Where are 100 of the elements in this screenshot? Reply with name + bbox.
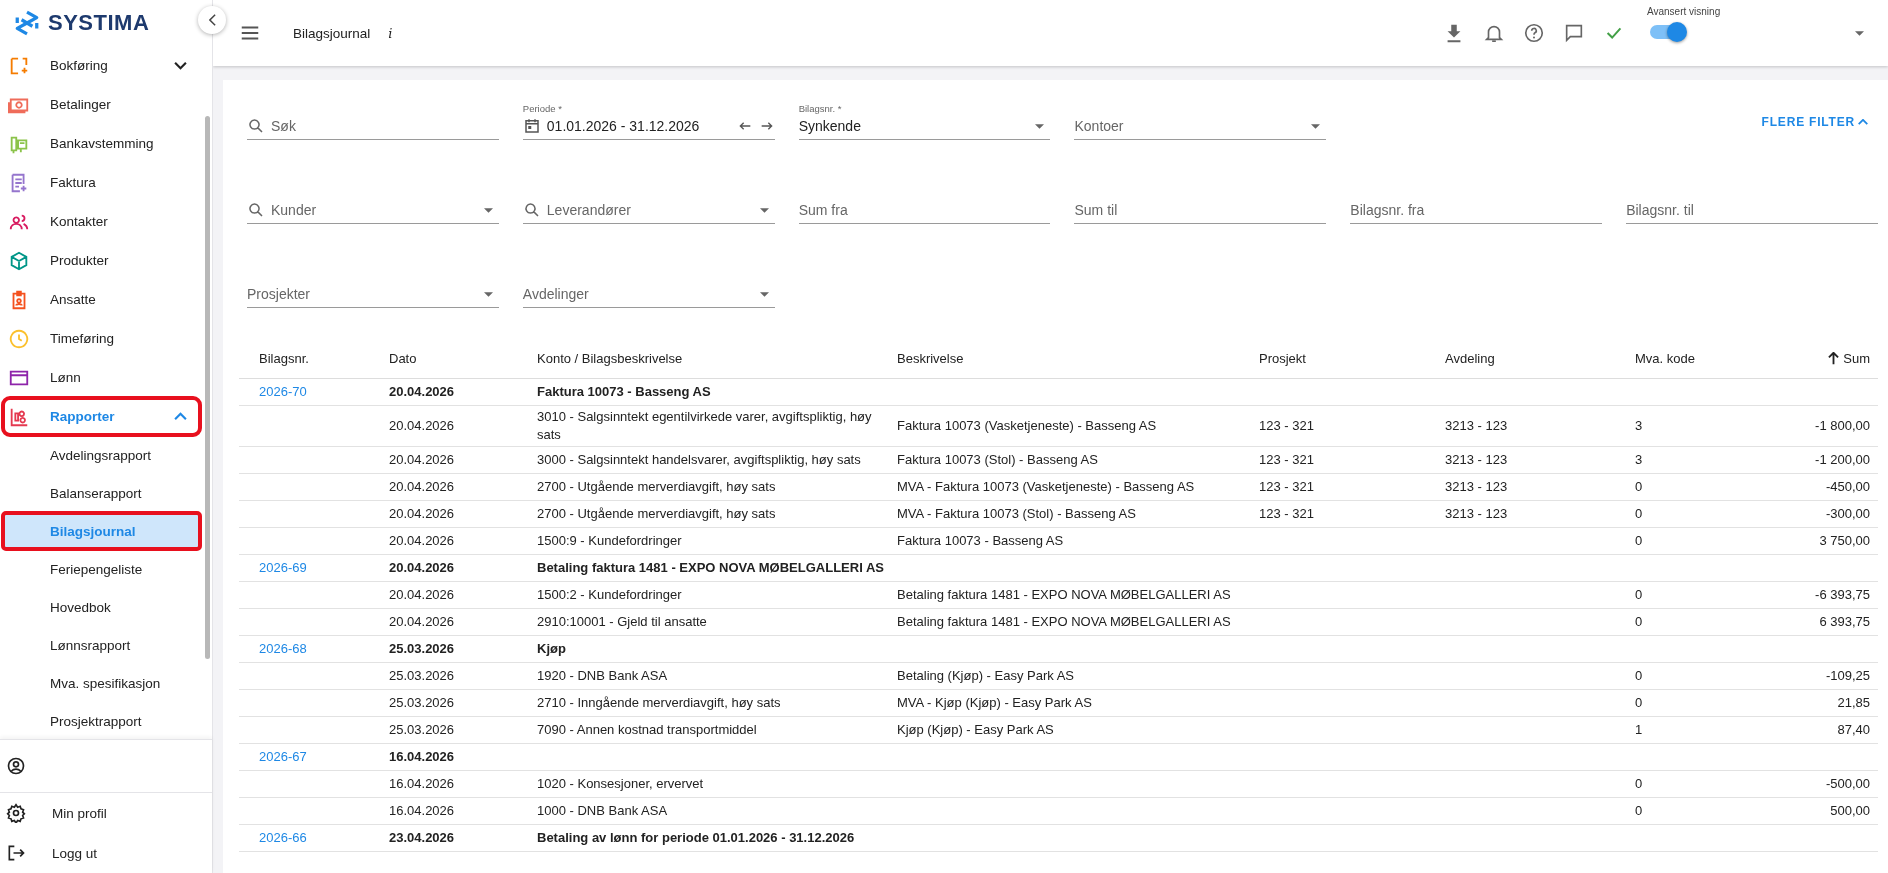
logout-item[interactable]: Logg ut bbox=[0, 833, 212, 873]
search-field[interactable]: Søk bbox=[247, 100, 499, 140]
table-cell: 1020 - Konsesjoner, ervervet bbox=[537, 776, 704, 791]
table-cell: MVA - Kjøp (Kjøp) - Easy Park AS bbox=[897, 695, 1092, 710]
table-cell: 20.04.2026 bbox=[389, 452, 455, 467]
logout-icon bbox=[6, 843, 26, 863]
table-cell: 1500:2 - Kundefordringer bbox=[537, 587, 682, 602]
chevron-up-icon bbox=[1858, 119, 1868, 125]
table-cell: 500,00 bbox=[1830, 803, 1870, 818]
table-cell: -1 200,00 bbox=[1815, 452, 1870, 467]
select-field[interactable]: Leverandører bbox=[522, 184, 775, 224]
select-field[interactable]: Kunder bbox=[247, 184, 499, 224]
table-cell: 2700 - Utgående merverdiavgift, høy sats bbox=[537, 479, 776, 494]
clock-icon bbox=[8, 327, 30, 350]
select-field[interactable]: Kontoer bbox=[1074, 100, 1327, 140]
toggle-switch[interactable] bbox=[1650, 25, 1684, 39]
brand-name: SYSTIMA bbox=[48, 10, 150, 36]
nav-item[interactable]: Kontakter bbox=[2, 202, 201, 241]
chat-icon[interactable] bbox=[1563, 22, 1585, 44]
table-cell: Kjøp bbox=[537, 641, 566, 656]
select-field[interactable]: Bilagsnr. * Synkende bbox=[798, 100, 1051, 140]
table-cell: 3 bbox=[1635, 418, 1643, 433]
table-cell: 0 bbox=[1635, 668, 1643, 683]
table-cell: -109,25 bbox=[1825, 668, 1870, 683]
column-header[interactable]: Konto / Bilagsbeskrivelse bbox=[517, 338, 877, 379]
table-cell: Kjøp (Kjøp) - Easy Park AS bbox=[897, 722, 1054, 737]
input-field[interactable]: Sum fra bbox=[798, 184, 1051, 224]
table-cell: Betaling faktura 1481 - EXPO NOVA MØBELGALLERI AS bbox=[897, 587, 1231, 602]
caret-icon[interactable] bbox=[1855, 30, 1864, 36]
cube-icon bbox=[8, 249, 30, 272]
input-field[interactable]: Bilagsnr. fra bbox=[1350, 184, 1603, 224]
table-cell: 20.04.2026 bbox=[389, 479, 455, 494]
logo-icon bbox=[14, 10, 40, 36]
nav-item[interactable]: Lønn bbox=[2, 358, 201, 397]
nav-item[interactable]: Bankavstemming bbox=[2, 124, 201, 163]
scrollbar[interactable] bbox=[205, 116, 210, 659]
nav-subitem[interactable]: Feriepengeliste bbox=[2, 550, 201, 588]
input-field[interactable]: Bilagsnr. til bbox=[1626, 184, 1878, 224]
column-header[interactable]: Avdeling bbox=[1425, 338, 1615, 379]
nav-item[interactable]: Bokføring bbox=[2, 46, 201, 85]
column-header[interactable]: Bilagsnr. bbox=[239, 338, 369, 379]
nav-item[interactable]: Rapporter bbox=[2, 397, 201, 436]
nav-item[interactable]: Timeføring bbox=[2, 319, 201, 358]
column-header[interactable]: Dato bbox=[369, 338, 517, 379]
nav-subitem[interactable]: Lønnsrapport bbox=[2, 626, 201, 664]
collapse-button[interactable] bbox=[198, 6, 226, 34]
help-icon[interactable] bbox=[1523, 22, 1545, 44]
nav-subitem[interactable]: Mva. spesifikasjon bbox=[2, 664, 201, 702]
nav-subitem[interactable]: Balanserapport bbox=[2, 474, 201, 512]
table-cell: Betaling faktura 1481 - EXPO NOVA MØBELGALLERI AS bbox=[897, 614, 1231, 629]
table-cell: 25.03.2026 bbox=[389, 641, 455, 656]
table-cell: 123 - 321 bbox=[1259, 479, 1314, 494]
nav-item[interactable]: Produkter bbox=[2, 241, 201, 280]
select-field[interactable]: Prosjekter bbox=[247, 268, 499, 308]
date-range-field[interactable]: Periode * 01.01.2026 - 31.12.2026 bbox=[522, 100, 775, 140]
table-cell: 2710 - Inngående merverdiavgift, høy sats bbox=[537, 695, 781, 710]
nav-subitem[interactable]: Avdelingsrapport bbox=[2, 436, 201, 474]
nav-subitem[interactable]: Hovedbok bbox=[2, 588, 201, 626]
table-cell: 123 - 321 bbox=[1259, 452, 1314, 467]
table-cell: 2910:10001 - Gjeld til ansatte bbox=[537, 614, 707, 629]
table-cell: 21,85 bbox=[1837, 695, 1870, 710]
page-title: Bilagsjournal bbox=[293, 25, 371, 41]
table-cell: 0 bbox=[1635, 479, 1643, 494]
nav-subitem[interactable]: Prosjektrapport bbox=[2, 702, 201, 739]
entry-link[interactable]: 2026-68 bbox=[259, 641, 307, 656]
column-header[interactable]: Beskrivelse bbox=[877, 338, 1239, 379]
table-cell: 3213 - 123 bbox=[1445, 506, 1508, 521]
table-cell: 0 bbox=[1635, 695, 1643, 710]
table-cell: 20.04.2026 bbox=[389, 384, 455, 399]
entry-link[interactable]: 2026-70 bbox=[259, 384, 307, 399]
caret-icon bbox=[1035, 123, 1045, 129]
profile-item[interactable]: Min profil bbox=[0, 793, 212, 833]
table-cell: 20.04.2026 bbox=[389, 587, 455, 602]
table-cell: 0 bbox=[1635, 776, 1643, 791]
select-field[interactable]: Avdelinger bbox=[522, 268, 775, 308]
input-field[interactable]: Sum til bbox=[1074, 184, 1327, 224]
toggle-label: Avansert visning bbox=[1647, 6, 1722, 17]
column-header[interactable]: Sum bbox=[1765, 338, 1878, 379]
table-cell: Betaling (Kjøp) - Easy Park AS bbox=[897, 668, 1074, 683]
column-header[interactable]: Mva. kode bbox=[1615, 338, 1765, 379]
info-icon[interactable]: i bbox=[388, 25, 393, 41]
entry-link[interactable]: 2026-69 bbox=[259, 560, 307, 575]
entry-link[interactable]: 2026-66 bbox=[259, 830, 307, 845]
more-filters-button[interactable]: FLERE FILTER bbox=[1761, 111, 1878, 129]
caret-icon bbox=[483, 291, 493, 297]
table-cell: Faktura 10073 - Basseng AS bbox=[897, 533, 1064, 548]
search-icon bbox=[247, 117, 265, 135]
nav-item[interactable]: Faktura bbox=[2, 163, 201, 202]
table-cell: 0 bbox=[1635, 614, 1643, 629]
table-cell: 3 750,00 bbox=[1819, 533, 1870, 548]
table-cell: 25.03.2026 bbox=[389, 722, 455, 737]
table-cell: 20.04.2026 bbox=[389, 614, 455, 629]
entry-link[interactable]: 2026-67 bbox=[259, 749, 307, 764]
column-header[interactable]: Prosjekt bbox=[1239, 338, 1425, 379]
nav-item[interactable]: Ansatte bbox=[2, 280, 201, 319]
table-cell: MVA - Faktura 10073 (Stol) - Basseng AS bbox=[897, 506, 1136, 521]
nav-item[interactable]: Betalinger bbox=[2, 85, 201, 124]
caret-icon bbox=[759, 207, 769, 213]
search-icon bbox=[247, 201, 265, 219]
table-cell: 2700 - Utgående merverdiavgift, høy sats bbox=[537, 506, 776, 521]
